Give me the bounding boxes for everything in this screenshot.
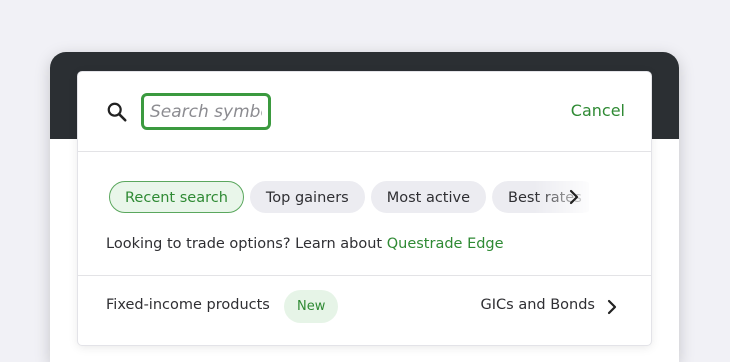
chip-most-active[interactable]: Most active (370, 181, 487, 213)
fixed-income-label: Fixed-income products (106, 297, 270, 313)
search-bar: Cancel (78, 72, 651, 152)
search-icon (107, 102, 127, 122)
questrade-edge-link[interactable]: Questrade Edge (387, 236, 504, 252)
chevron-right-icon[interactable] (566, 188, 582, 206)
options-prompt-text: Looking to trade options? Learn about (106, 236, 387, 252)
chevron-right-icon[interactable] (605, 299, 619, 315)
search-panel: Cancel Recent searchTop gainersMost acti… (78, 72, 651, 345)
search-input[interactable] (141, 93, 271, 130)
new-badge: New (284, 290, 339, 323)
gics-and-bonds-link[interactable]: GICs and Bonds (481, 297, 595, 313)
fixed-income-row[interactable]: Fixed-income products New GICs and Bonds (78, 276, 651, 345)
filter-chips: Recent search Top gainers Most active Best … (109, 181, 589, 215)
chip-recent-search[interactable]: Recent search (109, 181, 244, 213)
cancel-button[interactable]: Cancel (571, 101, 625, 120)
options-prompt: Looking to trade options? Learn about Qu… (106, 236, 504, 252)
chip-top-gainers[interactable]: Top gainers (249, 181, 365, 213)
